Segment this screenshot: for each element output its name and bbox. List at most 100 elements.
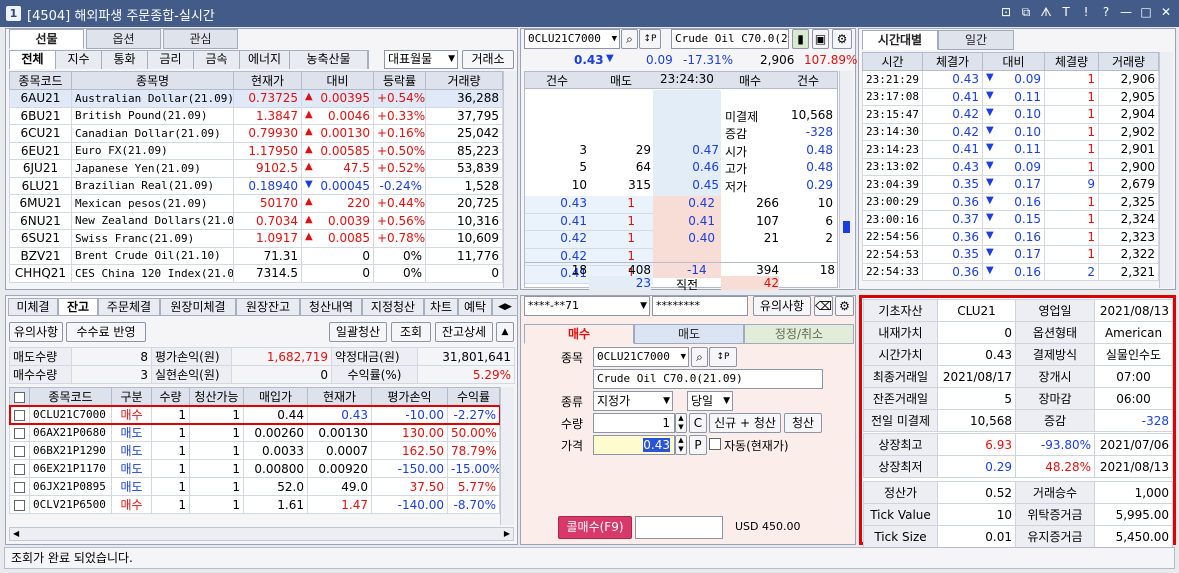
auto-price-checkbox[interactable] xyxy=(709,438,721,450)
position-row[interactable]: 06BX21P1290 매도 1 1 0.0033 0.0007 162.50 78.79% xyxy=(9,441,500,460)
col-current[interactable]: 현재가 xyxy=(307,387,372,406)
tab-index[interactable]: 지수 xyxy=(56,51,102,69)
row-checkbox[interactable] xyxy=(9,495,30,514)
order-amount-field[interactable] xyxy=(635,516,723,539)
futures-scrollbar[interactable] xyxy=(503,71,517,288)
copy-icon[interactable]: ⧉ xyxy=(1019,5,1033,20)
ask-level[interactable] xyxy=(525,90,721,108)
balance-detail-button[interactable]: 잔고상세 xyxy=(435,322,493,342)
new-close-button[interactable]: 신규 + 청산 xyxy=(709,413,781,433)
ask-level[interactable] xyxy=(525,125,721,143)
tab-metals[interactable]: 금속 xyxy=(194,51,240,69)
col-tick-diff[interactable]: 대비 xyxy=(982,52,1045,71)
link-icon[interactable]: ⊡ xyxy=(999,5,1013,20)
futures-row[interactable]: BZV21 Brent Crude Oil(21.10) 71.31 0 0% 11,77… xyxy=(9,246,503,265)
option-search-icon[interactable]: ↕P xyxy=(639,29,661,49)
col-side[interactable]: 구분 xyxy=(111,387,152,406)
maximize-icon[interactable]: □ xyxy=(1139,5,1153,20)
col-tick-volume[interactable]: 거래량 xyxy=(1098,52,1159,71)
tab-close-history[interactable]: 청산내역 xyxy=(300,298,362,316)
qty-clear-button[interactable]: C xyxy=(689,413,707,433)
col-rate[interactable]: 등락률 xyxy=(373,71,426,90)
call-buy-button[interactable]: 콜매수(F9) xyxy=(558,516,632,539)
orderbook-scrollbar[interactable] xyxy=(839,71,853,288)
bid-level[interactable]: 0.42 266 10 xyxy=(653,196,837,214)
col-eval-pnl[interactable]: 평가손익 xyxy=(371,387,448,406)
font-icon[interactable]: T xyxy=(1059,5,1073,20)
price-stepper[interactable]: ▲ ▼ xyxy=(675,435,687,455)
tab-currency[interactable]: 통화 xyxy=(102,51,148,69)
ask-level[interactable]: 10 315 0.45 xyxy=(525,178,721,196)
order-type-select[interactable]: 지정가 ▼ xyxy=(593,391,673,411)
eraser-icon[interactable]: ⌫ xyxy=(814,296,833,316)
futures-row[interactable]: 6BU21 British Pound(21.09) 1.3847 ▲ 0.0046 +0… xyxy=(9,106,503,125)
tab-ledger-balance[interactable]: 원장잔고 xyxy=(236,298,300,316)
futures-row[interactable]: CHHQ21 CES China 120 Index(21.08) 7314.5 0 0… xyxy=(9,264,503,283)
futures-row[interactable]: 6LU21 Brazilian Real(21.09) 0.18940 ▼ 0.0004… xyxy=(9,176,503,195)
tab-rates[interactable]: 금리 xyxy=(148,51,194,69)
exchange-button[interactable]: 거래소 xyxy=(462,50,514,69)
row-checkbox[interactable] xyxy=(9,405,30,424)
col-volume[interactable]: 거래량 xyxy=(425,71,503,90)
col-tick-qty[interactable]: 체결량 xyxy=(1044,52,1099,71)
futures-row[interactable]: 6SU21 Swiss Franc(21.09) 1.0917 ▲ 0.0085 +0.7… xyxy=(9,229,503,248)
tab-watchlist[interactable]: 관심 xyxy=(163,29,238,49)
position-row[interactable]: 06EX21P1170 매도 1 1 0.00800 0.00920 -150.00 -15.… xyxy=(9,459,500,478)
ask-level[interactable]: 3 29 0.47 xyxy=(525,143,721,161)
qty-stepper[interactable]: ▲ ▼ xyxy=(675,413,687,433)
futures-row[interactable]: 6CU21 Canadian Dollar(21.09) 0.79930 ▲ 0.001… xyxy=(9,124,503,143)
alert-icon[interactable]: ! xyxy=(1079,5,1093,20)
price-input[interactable]: 0.43 xyxy=(593,435,675,455)
col-return[interactable]: 수익률 xyxy=(447,387,500,406)
settings-gear-icon[interactable]: ⚙ xyxy=(832,29,852,49)
tab-sell[interactable]: 매도 xyxy=(634,324,744,344)
order-caution-button[interactable]: 유의사항 xyxy=(753,296,811,316)
account-select[interactable]: ****-**71 ▼ xyxy=(524,296,650,316)
fee-apply-button[interactable]: 수수료 반영 xyxy=(66,322,146,342)
tab-designated-close[interactable]: 지정청산 xyxy=(362,298,424,316)
query-button[interactable]: 조회 xyxy=(391,322,431,342)
position-row[interactable]: 0CLU21C7000 매수 1 1 0.44 0.43 -10.00 -2.27% xyxy=(8,404,501,425)
tab-options[interactable]: 옵션 xyxy=(86,29,161,49)
tab-unfilled[interactable]: 미체결 xyxy=(8,298,58,316)
caution-button[interactable]: 유의사항 xyxy=(9,322,63,342)
row-checkbox[interactable] xyxy=(9,477,30,496)
bid-level[interactable]: 0.40 21 2 xyxy=(653,231,837,249)
row-checkbox[interactable] xyxy=(9,459,30,478)
futures-row[interactable]: 6AU21 Australian Dollar(21.09) 0.73725 ▲ 0.0… xyxy=(9,89,503,108)
tab-by-time[interactable]: 시간대별 xyxy=(862,30,938,50)
window-icon[interactable]: ▣ xyxy=(812,29,829,49)
tab-all[interactable]: 전체 xyxy=(10,51,56,69)
positions-hscrollbar[interactable]: ◀ ▶ xyxy=(9,527,514,541)
ticks-scrollbar[interactable] xyxy=(1159,52,1173,288)
col-code[interactable]: 종목코드 xyxy=(9,71,72,90)
tab-daily[interactable]: 일간 xyxy=(938,30,1014,50)
select-all-checkbox[interactable] xyxy=(9,387,30,406)
search-icon[interactable]: ⌕ xyxy=(621,29,638,49)
month-select[interactable]: 대표월물 ▼ xyxy=(384,50,458,69)
help-icon[interactable]: ? xyxy=(1099,5,1113,20)
pin-icon[interactable]: ᗑ xyxy=(1039,5,1053,20)
qty-input[interactable]: 1 xyxy=(593,413,675,433)
order-symbol-input[interactable]: 0CLU21C7000 ▼ xyxy=(593,347,689,367)
row-checkbox[interactable] xyxy=(9,423,30,442)
tab-energy[interactable]: 에너지 xyxy=(240,51,290,69)
futures-row[interactable]: 6MU21 Mexican pesos(21.09) 50170 ▲ 220 +0.44%… xyxy=(9,194,503,213)
futures-row[interactable]: 6EU21 Euro FX(21.09) 1.17950 ▲ 0.00585 +0.50%… xyxy=(9,141,503,160)
col-pos-code[interactable]: 종목코드 xyxy=(29,387,112,406)
col-change[interactable]: 대비 xyxy=(301,71,374,90)
order-settings-icon[interactable]: ⚙ xyxy=(835,296,854,316)
symbol-input[interactable]: 0CLU21C7000 ▼ xyxy=(524,29,620,49)
ask-level[interactable]: 5 64 0.46 xyxy=(525,160,721,178)
password-field[interactable]: ******** xyxy=(652,296,748,316)
tab-balance[interactable]: 잔고 xyxy=(58,298,98,316)
tab-futures[interactable]: 선물 xyxy=(9,29,84,49)
row-checkbox[interactable] xyxy=(9,441,30,460)
tab-deposit[interactable]: 예탁 xyxy=(458,298,492,316)
tab-modify-cancel[interactable]: 정정/취소 xyxy=(744,324,854,344)
close-icon[interactable]: ✕ xyxy=(1159,5,1173,20)
futures-row[interactable]: 6JU21 Japanese Yen(21.09) 9102.5 ▲ 47.5 +0.52… xyxy=(9,159,503,178)
col-tick-price[interactable]: 체결가 xyxy=(922,52,983,71)
bulk-close-button[interactable]: 일괄청산 xyxy=(329,322,387,342)
tab-fills[interactable]: 주문체결 xyxy=(98,298,160,316)
